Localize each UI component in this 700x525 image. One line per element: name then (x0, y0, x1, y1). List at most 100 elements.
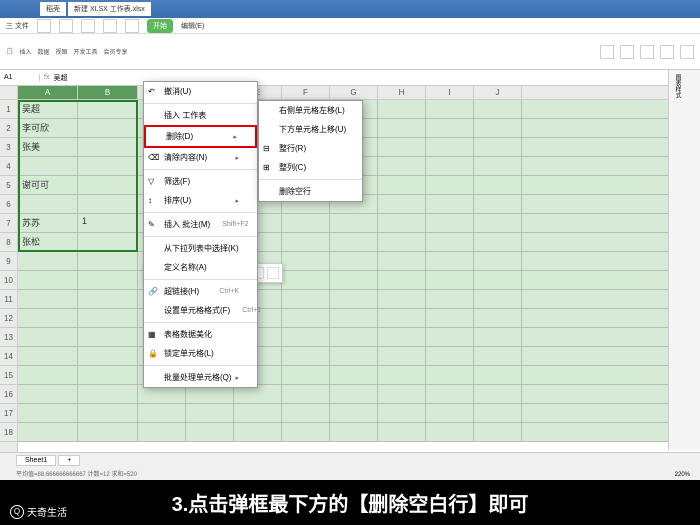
cell[interactable] (18, 290, 78, 308)
menu-file[interactable]: 三 文件 (6, 21, 29, 31)
cell[interactable] (330, 252, 378, 270)
cell[interactable] (378, 138, 426, 156)
submenu-item[interactable]: 删除空行 (259, 182, 362, 201)
row-header[interactable]: 7 (0, 214, 17, 233)
cell[interactable] (474, 214, 522, 232)
cell[interactable] (378, 233, 426, 251)
menu-item[interactable]: 插入 工作表 (144, 106, 257, 125)
menu-item[interactable]: 从下拉列表中选择(K) (144, 239, 257, 258)
cell[interactable] (378, 404, 426, 422)
col-header[interactable]: A (18, 86, 78, 99)
cell[interactable] (426, 176, 474, 194)
cell[interactable] (378, 100, 426, 118)
cell[interactable] (474, 290, 522, 308)
cell[interactable] (282, 404, 330, 422)
cell[interactable] (474, 328, 522, 346)
cell[interactable] (282, 252, 330, 270)
row-header[interactable]: 1 (0, 100, 17, 119)
col-header[interactable]: G (330, 86, 378, 99)
row-header[interactable]: 3 (0, 138, 17, 157)
cell[interactable] (426, 157, 474, 175)
cell[interactable] (426, 252, 474, 270)
cell[interactable] (378, 176, 426, 194)
menu-item[interactable]: ▽筛选(F) (144, 172, 257, 191)
menu-item[interactable]: ↶撤消(U) (144, 82, 257, 101)
side-label[interactable]: 图表样式 (669, 70, 686, 102)
menu-edit[interactable]: 编辑(E) (181, 21, 204, 31)
cell[interactable]: 张美 (18, 138, 78, 156)
cell[interactable] (78, 423, 138, 441)
cell[interactable] (330, 233, 378, 251)
cell[interactable] (78, 195, 138, 213)
cell[interactable] (330, 366, 378, 384)
name-box[interactable]: A1 (0, 74, 40, 81)
cell[interactable] (282, 309, 330, 327)
cell[interactable] (78, 290, 138, 308)
cell[interactable] (474, 252, 522, 270)
cell[interactable] (282, 347, 330, 365)
cell[interactable] (78, 328, 138, 346)
cell[interactable] (378, 423, 426, 441)
cell[interactable] (426, 366, 474, 384)
zoom[interactable]: 220% (675, 472, 690, 478)
row-header[interactable]: 15 (0, 366, 17, 385)
cell[interactable] (474, 233, 522, 251)
cell[interactable] (330, 423, 378, 441)
row-header[interactable]: 11 (0, 290, 17, 309)
cell[interactable] (474, 176, 522, 194)
cell[interactable] (330, 347, 378, 365)
ribbon-icon[interactable] (680, 45, 694, 59)
cell[interactable] (330, 214, 378, 232)
cell[interactable] (378, 119, 426, 137)
cell[interactable] (474, 423, 522, 441)
cell[interactable] (18, 385, 78, 403)
cell[interactable] (18, 195, 78, 213)
cell[interactable] (18, 423, 78, 441)
submenu-item[interactable]: 右侧单元格左移(L) (259, 101, 362, 120)
cell[interactable] (330, 271, 378, 289)
cell[interactable] (18, 404, 78, 422)
cell[interactable] (282, 233, 330, 251)
cell[interactable] (138, 423, 186, 441)
menu-item[interactable]: 设置单元格格式(F)Ctrl+1 (144, 301, 257, 320)
ribbon-tab[interactable]: 插入 (19, 47, 31, 56)
cell[interactable] (426, 195, 474, 213)
row-header[interactable]: 18 (0, 423, 17, 442)
cell[interactable] (282, 328, 330, 346)
row-header[interactable]: 4 (0, 157, 17, 176)
menu-item[interactable]: ⌫清除内容(N)▸ (144, 148, 257, 167)
fx-icon[interactable]: fx (40, 74, 53, 81)
cell[interactable]: 李可欣 (18, 119, 78, 137)
cell[interactable] (474, 385, 522, 403)
cell[interactable] (78, 366, 138, 384)
cell[interactable] (474, 195, 522, 213)
ribbon-tab[interactable]: 视图 (56, 47, 68, 56)
cell[interactable] (186, 404, 234, 422)
submenu-item[interactable]: ⊞整列(C) (259, 158, 362, 177)
cell[interactable] (78, 271, 138, 289)
toolbar-icon[interactable] (81, 19, 95, 33)
cell[interactable] (282, 290, 330, 308)
cell[interactable] (378, 347, 426, 365)
ribbon-tab[interactable]: 开发工具 (74, 47, 98, 56)
cell[interactable] (474, 404, 522, 422)
cell[interactable] (18, 328, 78, 346)
cell[interactable]: 苏苏 (18, 214, 78, 232)
cell[interactable] (378, 385, 426, 403)
cell[interactable] (426, 290, 474, 308)
cell[interactable] (378, 271, 426, 289)
row-header[interactable]: 8 (0, 233, 17, 252)
cell[interactable] (474, 366, 522, 384)
menu-item[interactable]: ✎插入 批注(M)Shift+F2 (144, 215, 257, 234)
ribbon-icon[interactable] (620, 45, 634, 59)
cell[interactable] (426, 138, 474, 156)
cell[interactable] (426, 214, 474, 232)
cell[interactable] (78, 176, 138, 194)
cell[interactable] (426, 328, 474, 346)
cell[interactable] (426, 233, 474, 251)
cell[interactable]: 吴超 (18, 100, 78, 118)
cell[interactable] (426, 271, 474, 289)
cell[interactable] (282, 271, 330, 289)
ribbon-icon[interactable] (660, 45, 674, 59)
toolbar-icon[interactable] (37, 19, 51, 33)
